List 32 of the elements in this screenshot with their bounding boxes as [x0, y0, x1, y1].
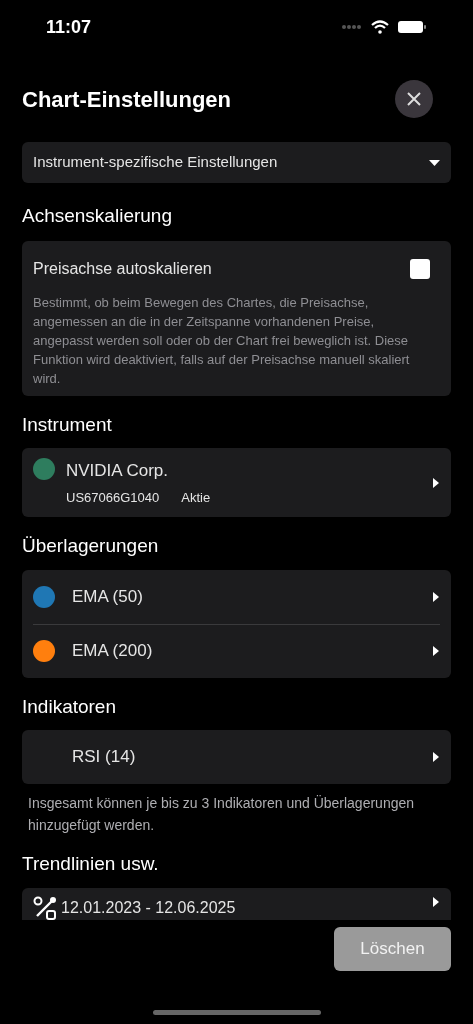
overlay-row[interactable]: EMA (200) — [33, 623, 440, 678]
indicator-row[interactable]: RSI (14) — [22, 730, 451, 784]
chevron-right-icon — [432, 751, 440, 763]
instrument-row[interactable]: NVIDIA Corp. US67066G1040 Aktie — [22, 448, 451, 517]
section-heading: Trendlinien usw. — [22, 852, 160, 876]
dropdown-caret-icon — [429, 159, 440, 166]
autoscale-checkbox[interactable] — [410, 258, 430, 279]
trendline-row[interactable]: 12.01.2023 - 12.06.2025 — [22, 887, 451, 920]
chevron-right-icon — [432, 645, 440, 657]
sheet-title: Chart-Einstellungen — [22, 85, 231, 114]
instrument-isin: US67066G1040 — [66, 488, 160, 507]
wifi-icon — [371, 20, 389, 34]
section-heading: Überlagerungen — [22, 534, 160, 558]
overlay-row[interactable]: EMA (50) — [33, 569, 440, 624]
chevron-right-icon — [432, 895, 440, 908]
instrument-name: NVIDIA Corp. — [66, 460, 170, 482]
chevron-right-icon — [432, 590, 440, 603]
close-icon — [406, 91, 422, 107]
indicator-limit-note: Insgesamt können je bis zu 3 Indikatoren und Überlagerungen hinzugefügt werden. — [27, 794, 416, 835]
scope-dropdown[interactable]: Instrument-spezifische Einstellungen — [22, 142, 451, 183]
close-button[interactable] — [395, 80, 433, 118]
chevron-right-icon — [432, 476, 440, 489]
section-heading: Instrument — [22, 412, 113, 437]
option-label: Preisachse autoskalieren — [33, 258, 212, 279]
option-description: Bestimmt, ob beim Bewegen des Chartes, die Preisachse, angemessen an die in der Zeitspanne vorhandenen Preise, angepasst werden soll oder ob der Chart frei beweglich ist. Diese Funktion wird deaktiviert, falls auf der Preisachse manuell skaliert wird. — [33, 293, 411, 388]
section-heading: Achsenskalierung — [22, 204, 173, 228]
section-heading: Indikatoren — [22, 694, 117, 719]
status-time: 11:07 — [46, 15, 92, 39]
battery-icon — [397, 20, 427, 34]
trendline-tool-icon — [33, 895, 59, 920]
signal-icon — [341, 24, 363, 30]
instrument-type: Aktie — [181, 488, 211, 507]
